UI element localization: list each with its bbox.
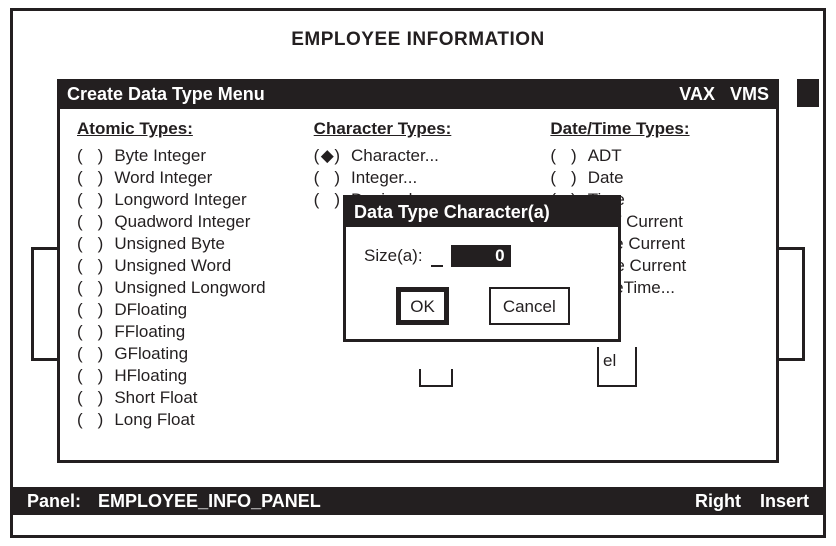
type-option-label: Longword Integer [114,190,246,210]
radio-mark-icon [84,146,98,166]
dialog-title: Data Type Character(a) [346,198,618,227]
system-label-vax: VAX [679,84,715,104]
type-option-label: ADT [588,146,622,166]
radio-mark-icon [84,168,98,188]
type-option-label: Byte Integer [114,146,206,166]
data-type-character-dialog: Data Type Character(a) Size(a): 0 OK Can… [343,195,621,342]
type-option[interactable]: ( )Unsigned Byte [77,233,286,255]
type-option[interactable]: ( )Unsigned Longword [77,277,286,299]
type-option[interactable]: ( )Date [550,167,759,189]
menu-title-bar: Create Data Type Menu VAX VMS [57,79,779,109]
radio-mark-icon [84,322,98,342]
menu-title: Create Data Type Menu [67,79,265,109]
status-bar: Panel: EMPLOYEE_INFO_PANEL Right Insert [13,487,823,515]
type-option-label: DFloating [114,300,187,320]
type-option-label: Integer... [351,168,417,188]
type-option-label: Unsigned Longword [114,278,265,298]
type-option-label: GFloating [114,344,188,364]
type-option[interactable]: ( )GFloating [77,343,286,365]
radio-mark-icon [84,190,98,210]
radio-mark-icon: ◆ [320,146,334,166]
radio-mark-icon [84,300,98,320]
radio-mark-icon [84,278,98,298]
type-option-label: Word Integer [114,168,212,188]
type-option[interactable]: ( )DFloating [77,299,286,321]
scroll-indicator[interactable] [797,79,819,107]
radio-mark-icon [84,344,98,364]
radio-mark-icon [557,146,571,166]
menu-frame: Create Data Type Menu VAX VMS Atomic Typ… [33,79,803,463]
radio-mark-icon [320,190,334,210]
type-option[interactable]: ( )Integer... [314,167,523,189]
type-option-label: Character... [351,146,439,166]
radio-mark-icon [84,388,98,408]
type-option[interactable]: (◆)Character... [314,145,523,167]
size-input[interactable]: 0 [451,245,511,267]
type-option[interactable]: ( )FFloating [77,321,286,343]
radio-mark-icon [84,234,98,254]
type-option-label: Unsigned Word [114,256,231,276]
type-option[interactable]: ( )Longword Integer [77,189,286,211]
type-option[interactable]: ( )HFloating [77,365,286,387]
atomic-types-column: Atomic Types: ( )Byte Integer( )Word Int… [77,119,286,431]
status-mode-right: Right [695,491,741,511]
system-label-vms: VMS [730,84,769,104]
type-option-label: Long Float [114,410,194,430]
cancel-button[interactable]: Cancel [489,287,570,325]
type-option-label: Short Float [114,388,197,408]
frame-handle-left [31,247,57,361]
radio-mark-icon [320,168,334,188]
type-option[interactable]: ( )Byte Integer [77,145,286,167]
datetime-types-header: Date/Time Types: [550,119,759,139]
type-option[interactable]: ( )Word Integer [77,167,286,189]
size-label: Size(a): [364,246,423,266]
status-panel-label: Panel: [27,491,81,511]
type-option[interactable]: ( )Short Float [77,387,286,409]
type-option[interactable]: ( )Unsigned Word [77,255,286,277]
status-panel-name: EMPLOYEE_INFO_PANEL [98,491,321,511]
radio-mark-icon [557,168,571,188]
radio-mark-icon [84,366,98,386]
radio-mark-icon [84,410,98,430]
status-mode-insert: Insert [760,491,809,511]
app-title: EMPLOYEE INFORMATION [13,11,823,57]
app-window: EMPLOYEE INFORMATION Create Data Type Me… [10,8,826,538]
ok-button[interactable]: OK [396,287,449,325]
frame-handle-right [779,247,805,361]
radio-mark-icon [84,256,98,276]
type-option[interactable]: ( )Quadword Integer [77,211,286,233]
radio-mark-icon [84,212,98,232]
type-option-label: Unsigned Byte [114,234,225,254]
character-types-header: Character Types: [314,119,523,139]
type-option-label: HFloating [114,366,187,386]
type-option[interactable]: ( )Long Float [77,409,286,431]
atomic-types-header: Atomic Types: [77,119,286,139]
type-option-label: Quadword Integer [114,212,250,232]
obscured-button[interactable] [419,369,453,387]
type-option-label: Date [588,168,624,188]
obscured-cancel-button[interactable]: el [597,347,637,387]
type-option[interactable]: ( )ADT [550,145,759,167]
type-option-label: FFloating [114,322,185,342]
